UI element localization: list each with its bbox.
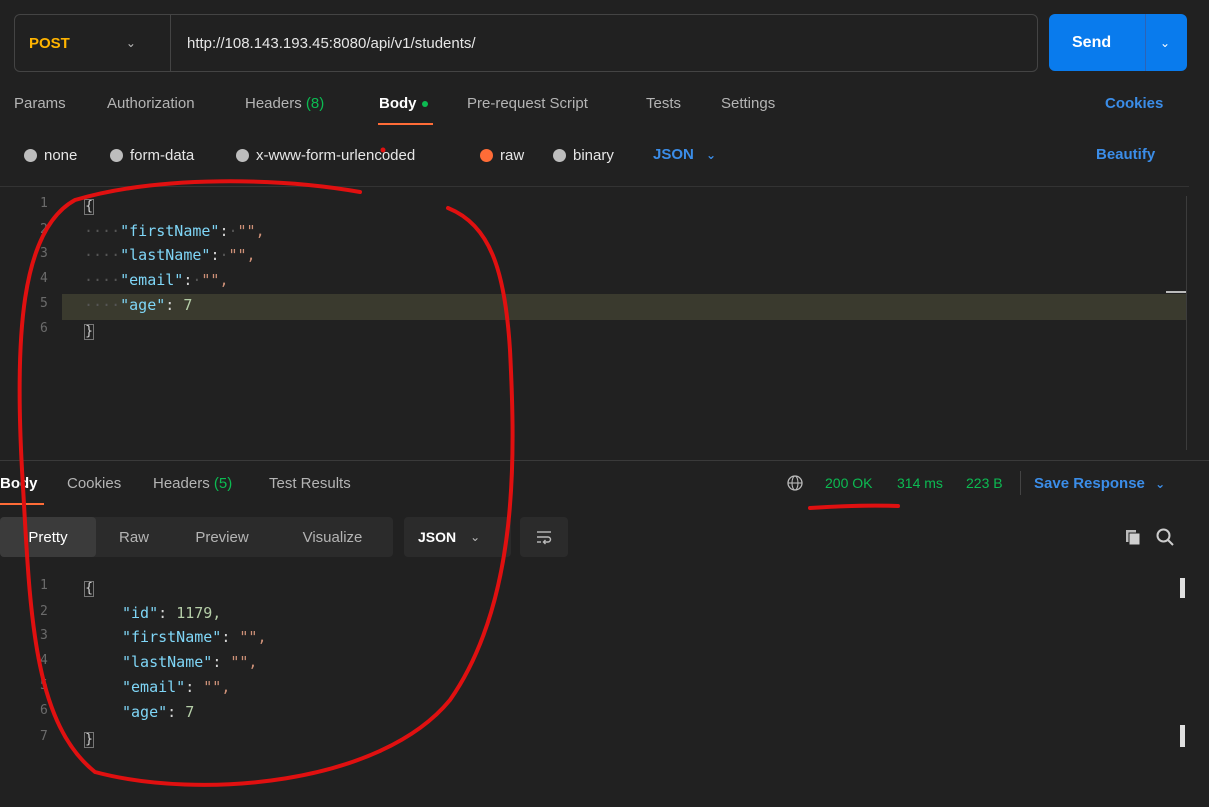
- annotation-dot: [380, 147, 386, 153]
- annotation-underline: [808, 503, 900, 510]
- annotation-circle: [17, 179, 515, 787]
- red-annotation-overlay: [17, 147, 900, 787]
